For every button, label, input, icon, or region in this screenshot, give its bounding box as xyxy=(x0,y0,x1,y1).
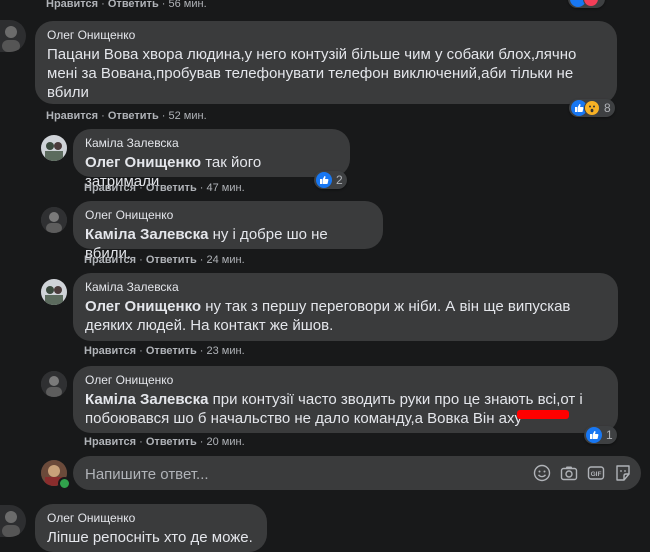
reply-link[interactable]: Ответить xyxy=(146,345,197,357)
comment-text: Ліпше репосніть хто де може. xyxy=(47,529,253,546)
gif-icon[interactable]: GIF xyxy=(587,464,605,482)
wow-icon xyxy=(584,100,600,116)
comment-author[interactable]: Олег Онищенко xyxy=(47,511,255,525)
avatar[interactable] xyxy=(41,207,67,233)
comment-bubble: Олег Онищенко Каміла Залевска при контуз… xyxy=(73,366,618,433)
comment-time[interactable]: 20 мин. xyxy=(207,436,245,448)
reaction-count: 2 xyxy=(336,173,343,187)
like-link[interactable]: Нравится xyxy=(84,345,136,357)
svg-text:GIF: GIF xyxy=(591,471,602,478)
emoji-icon[interactable] xyxy=(533,464,551,482)
reaction-count: 8 xyxy=(604,101,611,115)
comment-time[interactable]: 47 мин. xyxy=(207,182,245,194)
like-link[interactable]: Нравится xyxy=(84,436,136,448)
redaction-mark xyxy=(517,410,569,419)
reaction-summary[interactable]: 2 xyxy=(314,171,347,189)
avatar[interactable] xyxy=(41,279,67,305)
camera-icon[interactable] xyxy=(560,464,578,482)
avatar[interactable] xyxy=(0,505,26,537)
sticker-icon[interactable] xyxy=(614,464,632,482)
comment-author[interactable]: Олег Онищенко xyxy=(85,208,371,222)
like-icon xyxy=(316,172,332,188)
comment-time[interactable]: 24 мин. xyxy=(207,254,245,266)
avatar[interactable] xyxy=(0,20,26,52)
comment-bubble: Олег Онищенко Каміла Залевска ну і добре… xyxy=(73,201,383,262)
online-indicator xyxy=(58,477,71,490)
comment-bubble: Каміла Залевска Олег Онищенко так його з… xyxy=(73,129,350,190)
comment-actions: Нравится · Ответить · 20 мин. xyxy=(84,436,245,448)
reaction-count: 1 xyxy=(606,428,613,442)
like-icon xyxy=(586,427,602,443)
like-link[interactable]: Нравится xyxy=(46,0,98,10)
mention-link[interactable]: Олег Онищенко xyxy=(85,298,201,315)
comment-author[interactable]: Олег Онищенко xyxy=(47,28,605,42)
reply-input[interactable] xyxy=(83,456,517,492)
reaction-summary[interactable]: 8 xyxy=(569,99,615,117)
comment-actions: Нравится · Ответить · 24 мин. xyxy=(84,254,245,266)
reaction-summary[interactable]: 1 xyxy=(584,426,617,444)
comment-author[interactable]: Олег Онищенко xyxy=(85,373,606,387)
comment-actions: Нравится · Ответить · 52 мин. xyxy=(46,110,207,122)
avatar[interactable] xyxy=(41,371,67,397)
mention-link[interactable]: Каміла Залевска xyxy=(85,391,208,408)
reply-link[interactable]: Ответить xyxy=(146,254,197,266)
comment-bubble: Олег Онищенко Пацани Вова хвора людина,у… xyxy=(35,21,617,104)
comment-time[interactable]: 23 мин. xyxy=(207,345,245,357)
reply-composer: GIF xyxy=(73,456,641,492)
mention-link[interactable]: Каміла Залевска xyxy=(85,226,208,243)
comment-author[interactable]: Каміла Залевска xyxy=(85,136,338,150)
comment-text: Каміла Залевска при контузії часто зводи… xyxy=(85,390,606,428)
comment-bubble: Олег Онищенко Ліпше репосніть хто де мож… xyxy=(35,504,267,552)
like-link[interactable]: Нравится xyxy=(46,110,98,122)
like-link[interactable]: Нравится xyxy=(84,182,136,194)
comment-actions: Нравится · Ответить · 23 мин. xyxy=(84,345,245,357)
comment-author[interactable]: Каміла Залевска xyxy=(85,280,606,294)
comment-actions: Нравится · Ответить · 56 мин. xyxy=(46,0,207,10)
mention-link[interactable]: Олег Онищенко xyxy=(85,154,201,171)
comment-bubble: Каміла Залевска Олег Онищенко ну так з п… xyxy=(73,273,618,341)
reply-link[interactable]: Ответить xyxy=(146,182,197,194)
comment-time[interactable]: 56 мин. xyxy=(169,0,207,10)
reply-link[interactable]: Ответить xyxy=(108,110,159,122)
comment-text: Олег Онищенко ну так з першу переговори … xyxy=(85,297,606,335)
comment-time[interactable]: 52 мин. xyxy=(169,110,207,122)
comment-text: Пацани Вова хвора людина,у него контузій… xyxy=(47,46,577,101)
reply-link[interactable]: Ответить xyxy=(146,436,197,448)
reply-link[interactable]: Ответить xyxy=(108,0,159,10)
like-link[interactable]: Нравится xyxy=(84,254,136,266)
comment-actions: Нравится · Ответить · 47 мин. xyxy=(84,182,245,194)
love-icon xyxy=(583,0,599,7)
reaction-summary[interactable] xyxy=(568,0,605,8)
avatar[interactable] xyxy=(41,135,67,161)
